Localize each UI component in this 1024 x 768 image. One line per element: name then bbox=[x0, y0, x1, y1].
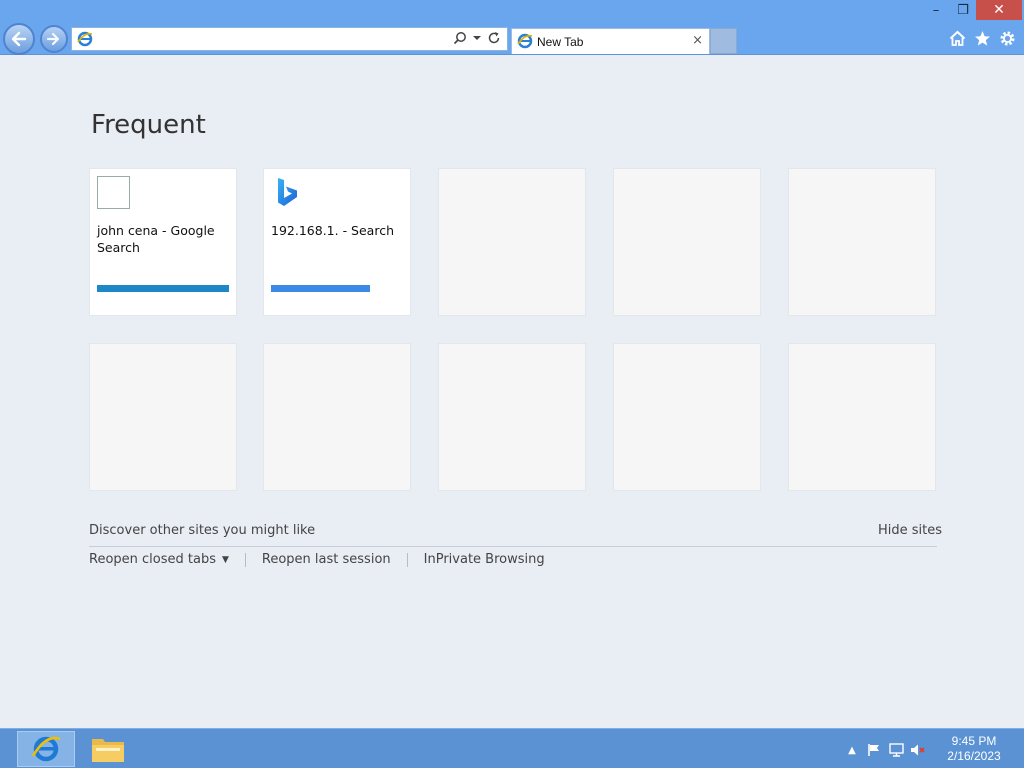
reopen-closed-tabs-label: Reopen closed tabs bbox=[89, 552, 216, 567]
ie-icon bbox=[517, 33, 533, 53]
network-icon[interactable] bbox=[888, 742, 904, 758]
new-tab-button[interactable] bbox=[710, 28, 737, 54]
forward-button[interactable] bbox=[40, 25, 68, 53]
frequent-tile[interactable]: 192.168.1. - Search bbox=[263, 168, 411, 316]
refresh-icon[interactable] bbox=[487, 31, 501, 45]
ie-icon bbox=[77, 31, 93, 51]
tile-bar bbox=[97, 285, 229, 292]
home-icon[interactable] bbox=[948, 29, 967, 48]
address-bar[interactable] bbox=[71, 27, 508, 51]
divider bbox=[89, 546, 937, 547]
reopen-closed-tabs-link[interactable]: Reopen closed tabs ▼ bbox=[89, 552, 229, 567]
ie-icon bbox=[31, 736, 61, 762]
minimize-button[interactable]: – bbox=[922, 0, 950, 20]
taskbar-explorer-button[interactable] bbox=[90, 734, 126, 764]
empty-tile bbox=[613, 168, 761, 316]
hide-sites-link[interactable]: Hide sites bbox=[878, 523, 942, 538]
blank-page-icon bbox=[97, 176, 130, 209]
empty-tile bbox=[788, 343, 936, 491]
separator bbox=[244, 552, 246, 567]
favorites-star-icon[interactable] bbox=[973, 29, 992, 48]
tab-new-tab[interactable]: New Tab × bbox=[511, 28, 710, 54]
tab-label: New Tab bbox=[537, 35, 584, 49]
browser-chrome: – ❐ ✕ New Tab × bbox=[0, 0, 1024, 55]
empty-tile bbox=[613, 343, 761, 491]
bing-icon bbox=[275, 177, 301, 213]
address-input[interactable] bbox=[98, 30, 448, 48]
empty-tile bbox=[788, 168, 936, 316]
reopen-last-session-link[interactable]: Reopen last session bbox=[262, 552, 391, 567]
folder-icon bbox=[92, 739, 124, 762]
gear-icon[interactable] bbox=[998, 29, 1017, 48]
empty-tile bbox=[438, 343, 586, 491]
taskbar: ▲ 9:45 PM 2/16/2023 bbox=[0, 728, 1024, 768]
clock-date: 2/16/2023 bbox=[947, 749, 1001, 763]
volume-muted-icon[interactable] bbox=[910, 742, 926, 758]
empty-tile bbox=[263, 343, 411, 491]
tile-title: john cena - Google Search bbox=[97, 223, 215, 255]
clock-time: 9:45 PM bbox=[951, 734, 997, 748]
empty-tile bbox=[438, 168, 586, 316]
action-center-flag-icon[interactable] bbox=[866, 742, 882, 758]
empty-tile bbox=[89, 343, 237, 491]
show-hidden-icons-icon[interactable]: ▲ bbox=[844, 742, 860, 758]
discover-sites-text: Discover other sites you might like bbox=[89, 523, 316, 538]
system-clock[interactable]: 9:45 PM 2/16/2023 bbox=[944, 734, 1004, 764]
close-tab-icon[interactable]: × bbox=[692, 33, 703, 48]
frequent-tile[interactable]: john cena - Google Search bbox=[89, 168, 237, 316]
restore-button[interactable]: ❐ bbox=[950, 0, 976, 20]
inprivate-browsing-link[interactable]: InPrivate Browsing bbox=[424, 552, 545, 567]
search-icon[interactable] bbox=[453, 31, 467, 45]
taskbar-ie-button[interactable] bbox=[17, 731, 75, 767]
arrow-right-icon bbox=[46, 32, 60, 46]
separator bbox=[406, 552, 408, 567]
page-title: Frequent bbox=[91, 110, 206, 140]
tile-title: 192.168.1. - Search bbox=[271, 223, 394, 238]
arrow-left-icon bbox=[11, 31, 27, 47]
chevron-down-icon[interactable] bbox=[473, 31, 481, 45]
back-button[interactable] bbox=[3, 23, 35, 55]
close-window-button[interactable]: ✕ bbox=[976, 0, 1022, 20]
tile-bar bbox=[271, 285, 370, 292]
caret-down-icon: ▼ bbox=[221, 554, 229, 565]
